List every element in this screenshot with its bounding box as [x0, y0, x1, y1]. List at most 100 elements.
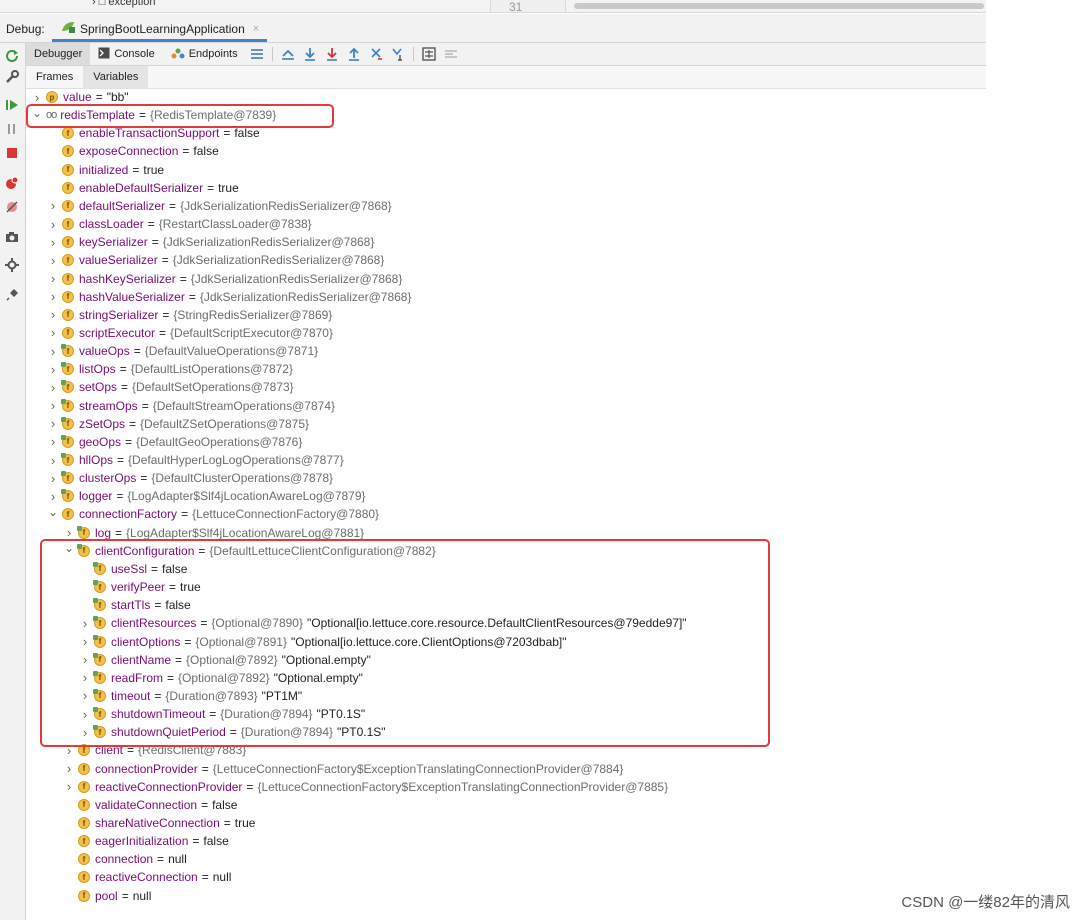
- expand-chevron-icon[interactable]: ›: [32, 90, 42, 105]
- tab-console[interactable]: Console: [90, 43, 162, 65]
- variable-row[interactable]: › f logger = {LogAdapter$Slf4jLocationAwareL…: [26, 487, 986, 505]
- variable-row[interactable]: › f geoOps = {DefaultGeoOperations@7876}: [26, 433, 986, 451]
- expand-chevron-icon[interactable]: ›: [80, 652, 90, 667]
- variable-row[interactable]: f verifyPeer = true: [26, 578, 986, 596]
- close-tab-icon[interactable]: ×: [253, 23, 259, 35]
- variable-row[interactable]: f startTls = false: [26, 596, 986, 614]
- menu-icon[interactable]: [249, 46, 265, 62]
- tab-variables[interactable]: Variables: [83, 66, 149, 88]
- camera-icon[interactable]: [4, 229, 20, 245]
- variable-row[interactable]: › f scriptExecutor = {DefaultScriptExecutor@…: [26, 324, 986, 342]
- expand-chevron-icon[interactable]: ›: [80, 634, 90, 649]
- variable-row[interactable]: › f clientResources = {Optional@7890} "Option…: [26, 614, 986, 632]
- collapse-chevron-icon[interactable]: ⌄: [64, 541, 74, 555]
- collapse-chevron-icon[interactable]: ⌄: [48, 505, 58, 519]
- variable-row[interactable]: f reactiveConnection = null: [26, 868, 986, 886]
- expand-chevron-icon[interactable]: ›: [48, 380, 58, 395]
- expand-chevron-icon[interactable]: ›: [48, 198, 58, 213]
- expand-chevron-icon[interactable]: ›: [48, 271, 58, 286]
- expand-chevron-icon[interactable]: ›: [48, 489, 58, 504]
- mute-breakpoints-icon[interactable]: [4, 199, 20, 215]
- settings-icon[interactable]: [4, 257, 20, 273]
- variable-row[interactable]: › f readFrom = {Optional@7892} "Optional.empt…: [26, 669, 986, 687]
- variable-row[interactable]: f pool = null: [26, 887, 986, 905]
- expand-chevron-icon[interactable]: ›: [48, 398, 58, 413]
- expand-chevron-icon[interactable]: ›: [48, 325, 58, 340]
- horizontal-scrollbar[interactable]: [574, 3, 984, 9]
- variable-row[interactable]: › f connectionProvider = {LettuceConnectionF…: [26, 760, 986, 778]
- pin-icon[interactable]: [4, 287, 20, 303]
- expand-chevron-icon[interactable]: ›: [64, 743, 74, 758]
- step-out-icon[interactable]: [346, 46, 362, 62]
- show-execution-point-icon[interactable]: [280, 46, 296, 62]
- expand-chevron-icon[interactable]: ›: [48, 453, 58, 468]
- variable-row[interactable]: f connection = null: [26, 850, 986, 868]
- variable-row[interactable]: f useSsl = false: [26, 560, 986, 578]
- variable-row[interactable]: › f hllOps = {DefaultHyperLogLogOperations@7…: [26, 451, 986, 469]
- expand-chevron-icon[interactable]: ›: [80, 670, 90, 685]
- expand-chevron-icon[interactable]: ›: [48, 434, 58, 449]
- variable-row[interactable]: f eagerInitialization = false: [26, 832, 986, 850]
- wrench-icon[interactable]: [4, 69, 20, 85]
- expand-chevron-icon[interactable]: ›: [64, 779, 74, 794]
- expand-chevron-icon[interactable]: ›: [48, 217, 58, 232]
- stop-icon[interactable]: [4, 145, 20, 161]
- variable-row[interactable]: › p value = "bb": [26, 88, 986, 106]
- variable-row[interactable]: ⌄ f clientConfiguration = {DefaultLettuceCli…: [26, 541, 986, 560]
- variable-row[interactable]: › f setOps = {DefaultSetOperations@7873}: [26, 378, 986, 396]
- variable-row[interactable]: › f streamOps = {DefaultStreamOperations@787…: [26, 397, 986, 415]
- rerun-icon[interactable]: [4, 47, 20, 63]
- variable-row[interactable]: › f listOps = {DefaultListOperations@7872}: [26, 360, 986, 378]
- variable-row[interactable]: › f clusterOps = {DefaultClusterOperations@7…: [26, 469, 986, 487]
- resume-icon[interactable]: [4, 97, 20, 113]
- variable-row[interactable]: › f valueOps = {DefaultValueOperations@7871}: [26, 342, 986, 360]
- expand-chevron-icon[interactable]: ›: [48, 307, 58, 322]
- drop-frame-icon[interactable]: [368, 46, 384, 62]
- expand-chevron-icon[interactable]: ›: [48, 416, 58, 431]
- tab-debugger[interactable]: Debugger: [26, 43, 91, 65]
- variable-row[interactable]: › f valueSerializer = {JdkSerializationRedis…: [26, 251, 986, 269]
- variable-row[interactable]: f enableDefaultSerializer = true: [26, 179, 986, 197]
- expand-chevron-icon[interactable]: ›: [80, 688, 90, 703]
- expand-chevron-icon[interactable]: ›: [80, 707, 90, 722]
- variable-row[interactable]: › f client = {RedisClient@7883}: [26, 741, 986, 759]
- expand-chevron-icon[interactable]: ›: [80, 616, 90, 631]
- debug-session-tab[interactable]: SpringBootLearningApplication ×: [52, 18, 268, 42]
- variable-row[interactable]: f shareNativeConnection = true: [26, 814, 986, 832]
- expand-chevron-icon[interactable]: ›: [48, 471, 58, 486]
- step-over-icon[interactable]: [302, 46, 318, 62]
- variable-row[interactable]: › f defaultSerializer = {JdkSerializationRed…: [26, 197, 986, 215]
- expand-chevron-icon[interactable]: ›: [48, 362, 58, 377]
- variable-row[interactable]: ⌄ oo redisTemplate = {RedisTemplate@7839}: [26, 106, 986, 124]
- variable-row[interactable]: ⌄ f connectionFactory = {LettuceConnectionFa…: [26, 505, 986, 523]
- variable-row[interactable]: › f zSetOps = {DefaultZSetOperations@7875}: [26, 415, 986, 433]
- variable-row[interactable]: f validateConnection = false: [26, 796, 986, 814]
- variable-row[interactable]: › f keySerializer = {JdkSerializationRedisSe…: [26, 233, 986, 251]
- collapse-chevron-icon[interactable]: ⌄: [32, 106, 42, 120]
- evaluate-expression-icon[interactable]: [421, 46, 437, 62]
- variable-row[interactable]: f enableTransactionSupport = false: [26, 124, 986, 142]
- variable-row[interactable]: › f reactiveConnectionProvider = {LettuceCon…: [26, 778, 986, 796]
- variable-row[interactable]: › f clientOptions = {Optional@7891} "Optional…: [26, 633, 986, 651]
- pause-icon[interactable]: [4, 121, 20, 137]
- step-into-icon[interactable]: [324, 46, 340, 62]
- tab-frames[interactable]: Frames: [26, 66, 83, 88]
- variable-row[interactable]: › f shutdownTimeout = {Duration@7894} "PT0.1S…: [26, 705, 986, 723]
- expand-chevron-icon[interactable]: ›: [48, 235, 58, 250]
- expand-chevron-icon[interactable]: ›: [64, 761, 74, 776]
- variable-row[interactable]: › f hashValueSerializer = {JdkSerializationR…: [26, 288, 986, 306]
- variable-row[interactable]: f exposeConnection = false: [26, 142, 986, 160]
- view-breakpoints-icon[interactable]: [4, 175, 20, 191]
- tab-endpoints[interactable]: Endpoints: [163, 43, 246, 65]
- variable-row[interactable]: f initialized = true: [26, 161, 986, 179]
- expand-chevron-icon[interactable]: ›: [64, 525, 74, 540]
- variable-row[interactable]: › f classLoader = {RestartClassLoader@7838}: [26, 215, 986, 233]
- variable-row[interactable]: › f timeout = {Duration@7893} "PT1M": [26, 687, 986, 705]
- variable-row[interactable]: › f hashKeySerializer = {JdkSerializationRed…: [26, 270, 986, 288]
- tree-item-exception[interactable]: › □ exception: [92, 0, 156, 8]
- variable-row[interactable]: › f stringSerializer = {StringRedisSerialize…: [26, 306, 986, 324]
- trace-stream-icon[interactable]: [443, 46, 459, 62]
- expand-chevron-icon[interactable]: ›: [80, 725, 90, 740]
- expand-chevron-icon[interactable]: ›: [48, 253, 58, 268]
- expand-chevron-icon[interactable]: ›: [48, 344, 58, 359]
